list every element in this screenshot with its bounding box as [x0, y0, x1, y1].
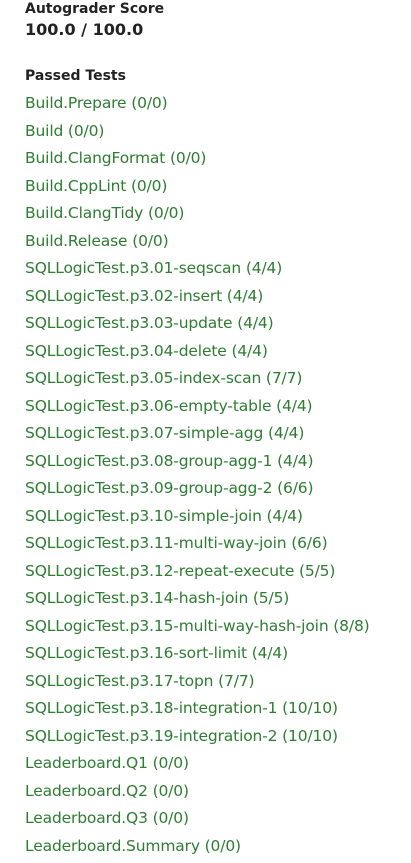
test-link[interactable]: SQLLogicTest.p3.10-simple-join (4/4) [25, 507, 303, 525]
test-list-item: Build.ClangFormat (0/0) [25, 144, 411, 172]
test-list-item: Leaderboard.Q1 (0/0) [25, 749, 411, 777]
test-list-item: SQLLogicTest.p3.10-simple-join (4/4) [25, 502, 411, 530]
test-link[interactable]: SQLLogicTest.p3.06-empty-table (4/4) [25, 397, 313, 415]
passed-tests-list: Build.Prepare (0/0) Build (0/0) Build.Cl… [25, 89, 411, 859]
test-list-item: Build (0/0) [25, 117, 411, 145]
test-list-item: SQLLogicTest.p3.06-empty-table (4/4) [25, 392, 411, 420]
test-link[interactable]: SQLLogicTest.p3.04-delete (4/4) [25, 342, 268, 360]
test-list-item: Build.CppLint (0/0) [25, 172, 411, 200]
test-link[interactable]: SQLLogicTest.p3.03-update (4/4) [25, 314, 274, 332]
test-list-item: Leaderboard.Q3 (0/0) [25, 804, 411, 832]
test-list-item: SQLLogicTest.p3.14-hash-join (5/5) [25, 584, 411, 612]
test-link[interactable]: SQLLogicTest.p3.15-multi-way-hash-join (… [25, 617, 370, 635]
test-link[interactable]: SQLLogicTest.p3.19-integration-2 (10/10) [25, 727, 338, 745]
test-link[interactable]: SQLLogicTest.p3.02-insert (4/4) [25, 287, 263, 305]
test-link[interactable]: SQLLogicTest.p3.08-group-agg-1 (4/4) [25, 452, 314, 470]
autograder-score-value: 100.0 / 100.0 [25, 20, 144, 39]
test-link[interactable]: Build.CppLint (0/0) [25, 177, 167, 195]
test-link[interactable]: SQLLogicTest.p3.07-simple-agg (4/4) [25, 424, 304, 442]
test-link[interactable]: SQLLogicTest.p3.17-topn (7/7) [25, 672, 255, 690]
autograder-results-panel: Autograder Score 100.0 / 100.0 Passed Te… [25, 0, 411, 859]
test-list-item: SQLLogicTest.p3.05-index-scan (7/7) [25, 364, 411, 392]
test-link[interactable]: Build.Release (0/0) [25, 232, 169, 250]
test-link[interactable]: Build.ClangTidy (0/0) [25, 204, 184, 222]
test-list-item: SQLLogicTest.p3.01-seqscan (4/4) [25, 254, 411, 282]
test-list-item: Build.Release (0/0) [25, 227, 411, 255]
test-link[interactable]: SQLLogicTest.p3.05-index-scan (7/7) [25, 369, 302, 387]
test-link[interactable]: SQLLogicTest.p3.01-seqscan (4/4) [25, 259, 282, 277]
test-list-item: SQLLogicTest.p3.03-update (4/4) [25, 309, 411, 337]
test-link[interactable]: SQLLogicTest.p3.14-hash-join (5/5) [25, 589, 289, 607]
test-link[interactable]: Leaderboard.Q1 (0/0) [25, 754, 189, 772]
test-link[interactable]: SQLLogicTest.p3.16-sort-limit (4/4) [25, 644, 288, 662]
test-list-item: SQLLogicTest.p3.11-multi-way-join (6/6) [25, 529, 411, 557]
test-list-item: SQLLogicTest.p3.19-integration-2 (10/10) [25, 722, 411, 750]
test-list-item: SQLLogicTest.p3.17-topn (7/7) [25, 667, 411, 695]
test-list-item: Build.Prepare (0/0) [25, 89, 411, 117]
test-list-item: Build.ClangTidy (0/0) [25, 199, 411, 227]
test-link[interactable]: Build.ClangFormat (0/0) [25, 149, 206, 167]
passed-tests-heading: Passed Tests [25, 68, 126, 84]
test-link[interactable]: SQLLogicTest.p3.11-multi-way-join (6/6) [25, 534, 328, 552]
test-list-item: Leaderboard.Summary (0/0) [25, 832, 411, 860]
test-list-item: SQLLogicTest.p3.04-delete (4/4) [25, 337, 411, 365]
test-link[interactable]: SQLLogicTest.p3.18-integration-1 (10/10) [25, 699, 338, 717]
test-link[interactable]: Leaderboard.Summary (0/0) [25, 837, 241, 855]
test-list-item: SQLLogicTest.p3.08-group-agg-1 (4/4) [25, 447, 411, 475]
test-list-item: SQLLogicTest.p3.07-simple-agg (4/4) [25, 419, 411, 447]
test-link[interactable]: Build.Prepare (0/0) [25, 94, 168, 112]
test-link[interactable]: Leaderboard.Q3 (0/0) [25, 809, 189, 827]
test-link[interactable]: Build (0/0) [25, 122, 104, 140]
test-list-item: SQLLogicTest.p3.16-sort-limit (4/4) [25, 639, 411, 667]
test-link[interactable]: SQLLogicTest.p3.09-group-agg-2 (6/6) [25, 479, 314, 497]
autograder-score-heading: Autograder Score [25, 1, 165, 17]
test-list-item: Leaderboard.Q2 (0/0) [25, 777, 411, 805]
test-link[interactable]: SQLLogicTest.p3.12-repeat-execute (5/5) [25, 562, 335, 580]
test-link[interactable]: Leaderboard.Q2 (0/0) [25, 782, 189, 800]
test-list-item: SQLLogicTest.p3.02-insert (4/4) [25, 282, 411, 310]
test-list-item: SQLLogicTest.p3.18-integration-1 (10/10) [25, 694, 411, 722]
test-list-item: SQLLogicTest.p3.15-multi-way-hash-join (… [25, 612, 411, 640]
test-list-item: SQLLogicTest.p3.09-group-agg-2 (6/6) [25, 474, 411, 502]
test-list-item: SQLLogicTest.p3.12-repeat-execute (5/5) [25, 557, 411, 585]
